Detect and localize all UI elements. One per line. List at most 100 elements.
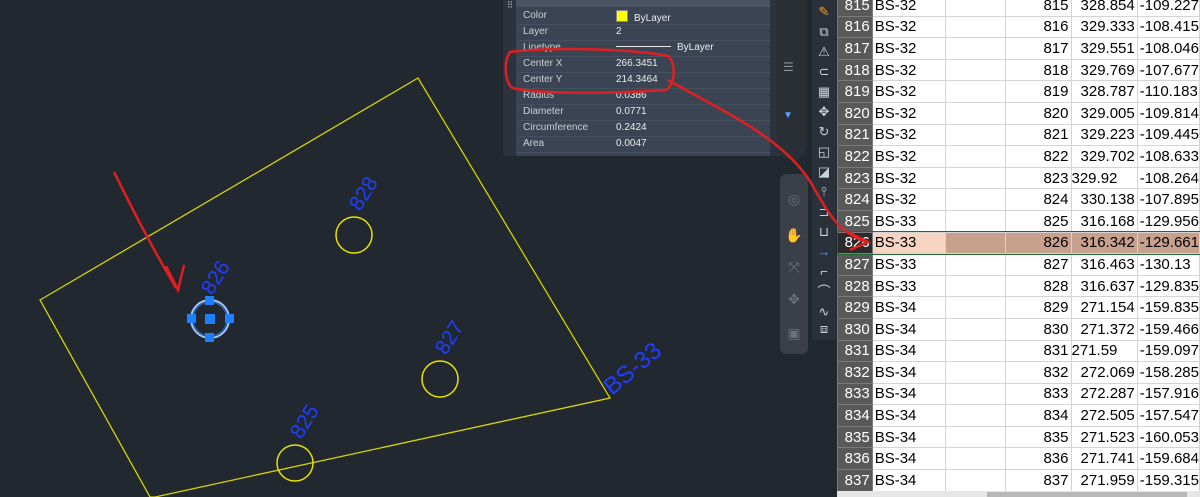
cell-y[interactable]: -159.684 [1136,447,1200,471]
prop-row-center-x[interactable]: Center X 266.3451 [517,56,770,73]
cell-id[interactable]: 834 [1004,404,1072,427]
cell-x[interactable]: 329.223 [1070,123,1138,147]
cell-y[interactable]: -159.466 [1136,317,1200,341]
fillet-icon[interactable]: ⌒ [815,283,833,301]
panel-grip[interactable]: ⠿ [504,0,516,156]
grip-bottom[interactable] [205,333,214,342]
row-header[interactable]: 823 [837,166,873,190]
prop-row-radius[interactable]: Radius 0.0386 [517,88,770,105]
cell-y[interactable]: -107.895 [1136,188,1200,211]
cell-empty[interactable] [945,145,1006,168]
row-header[interactable]: 831 [837,339,873,363]
cell-code[interactable]: BS-32 [871,101,947,125]
row-header[interactable]: 828 [837,274,873,298]
table-row[interactable]: 820 BS-32 820 329.005 -109.814 [837,101,1200,125]
pan-icon[interactable]: ✋ [784,226,804,244]
offset-icon[interactable]: ⊂ [815,63,833,81]
cell-y[interactable]: -109.227 [1136,0,1200,17]
cell-code[interactable]: BS-34 [871,469,947,492]
cell-y[interactable]: -160.053 [1136,425,1200,449]
cell-x[interactable]: 272.287 [1070,382,1138,406]
cell-id[interactable]: 816 [1004,15,1072,39]
cell-x[interactable]: 330.138 [1070,188,1138,211]
cell-id[interactable]: 817 [1004,37,1072,60]
trim-icon[interactable]: ⫯ [815,183,833,201]
menu-icon[interactable]: ☰ [783,60,794,74]
cell-x[interactable]: 272.069 [1070,361,1138,384]
cell-x[interactable]: 329.551 [1070,37,1138,60]
row-header[interactable]: 817 [837,37,873,60]
cell-code[interactable]: BS-33 [871,274,947,298]
cell-empty[interactable] [945,469,1006,492]
row-header[interactable]: 830 [837,317,873,341]
cell-id[interactable]: 832 [1004,361,1072,384]
row-header[interactable]: 816 [837,15,873,39]
cell-code[interactable]: BS-34 [871,339,947,363]
array-icon[interactable]: ▦ [815,83,833,101]
cell-x[interactable]: 271.523 [1070,425,1138,449]
row-header[interactable]: 820 [837,101,873,125]
viewcube-wheel[interactable]: ☰ ▼ [777,0,807,160]
move-icon[interactable]: ✥ [815,103,833,121]
grip-left[interactable] [187,314,196,323]
row-header[interactable]: 819 [837,80,873,103]
cell-id[interactable]: 830 [1004,317,1072,341]
cell-code[interactable]: BS-34 [871,317,947,341]
cell-code[interactable]: BS-32 [871,145,947,168]
cell-empty[interactable] [945,274,1006,298]
circle-827[interactable] [421,360,459,398]
table-row[interactable]: 833 BS-34 833 272.287 -157.916 [837,382,1200,406]
cell-y[interactable]: -129.956 [1136,209,1200,233]
row-header[interactable]: 818 [837,58,873,82]
cell-empty[interactable] [945,123,1006,147]
cell-id[interactable]: 828 [1004,274,1072,298]
cell-x[interactable]: 316.463 [1070,253,1138,276]
cell-x[interactable]: 329.92 [1070,166,1138,190]
cell-id[interactable]: 837 [1004,469,1072,492]
modify-toolbar[interactable]: ✎ ⧉ ⚠ ⊂ ▦ ✥ ↻ ◱ ◪ ⫯ ⊐ ⊔ → ⌐ ⌒ ∿ ⧈ [812,0,836,340]
selected-circle-826[interactable] [187,296,234,342]
table-row[interactable]: 837 BS-34 837 271.959 -159.315 [837,469,1200,492]
cell-code[interactable]: BS-34 [871,425,947,449]
cell-y[interactable]: -108.264 [1136,166,1200,190]
prop-row-linetype[interactable]: Linetype ByLayer [517,40,770,57]
cell-empty[interactable] [945,80,1006,103]
table-row[interactable]: 823 BS-32 823 329.92 -108.264 [837,166,1200,190]
prop-row-center-y[interactable]: Center Y 214.3464 [517,72,770,89]
cell-y[interactable]: -130.13 [1136,253,1200,276]
table-row[interactable]: 829 BS-34 829 271.154 -159.835 [837,296,1200,319]
cell-x[interactable]: 271.959 [1070,469,1138,492]
cell-x[interactable]: 329.769 [1070,58,1138,82]
zoom-icon[interactable]: ⤧ [784,258,804,276]
grip-center[interactable] [205,314,215,324]
cell-x[interactable]: 316.342 [1070,231,1138,255]
table-row[interactable]: 824 BS-32 824 330.138 -107.895 [837,188,1200,211]
row-header[interactable]: 821 [837,123,873,147]
cell-id[interactable]: 835 [1004,425,1072,449]
prop-row-area[interactable]: Area 0.0047 [517,136,770,153]
cell-code[interactable]: BS-33 [871,231,947,255]
cell-y[interactable]: -108.633 [1136,145,1200,168]
table-row[interactable]: 830 BS-34 830 271.372 -159.466 [837,317,1200,341]
cell-empty[interactable] [945,317,1006,341]
cell-y[interactable]: -129.661 [1136,231,1200,255]
row-header[interactable]: 825 [837,209,873,233]
table-row[interactable]: 828 BS-33 828 316.637 -129.835 [837,274,1200,298]
cell-code[interactable]: BS-32 [871,188,947,211]
cell-id[interactable]: 821 [1004,123,1072,147]
cell-code[interactable]: BS-34 [871,382,947,406]
cell-id[interactable]: 826 [1004,231,1072,255]
cell-y[interactable]: -107.677 [1136,58,1200,82]
cell-x[interactable]: 271.741 [1070,447,1138,471]
rotate-icon[interactable]: ↻ [815,123,833,141]
row-header[interactable]: 836 [837,447,873,471]
chamfer-icon[interactable]: ⌐ [815,263,833,281]
stretch-icon[interactable]: ◪ [815,163,833,181]
cell-empty[interactable] [945,447,1006,471]
cell-id[interactable]: 825 [1004,209,1072,233]
row-header[interactable]: 837 [837,469,873,492]
cell-id[interactable]: 823 [1004,166,1072,190]
table-row[interactable]: 821 BS-32 821 329.223 -109.445 [837,123,1200,147]
cell-y[interactable]: -108.046 [1136,37,1200,60]
cell-x[interactable]: 272.505 [1070,404,1138,427]
